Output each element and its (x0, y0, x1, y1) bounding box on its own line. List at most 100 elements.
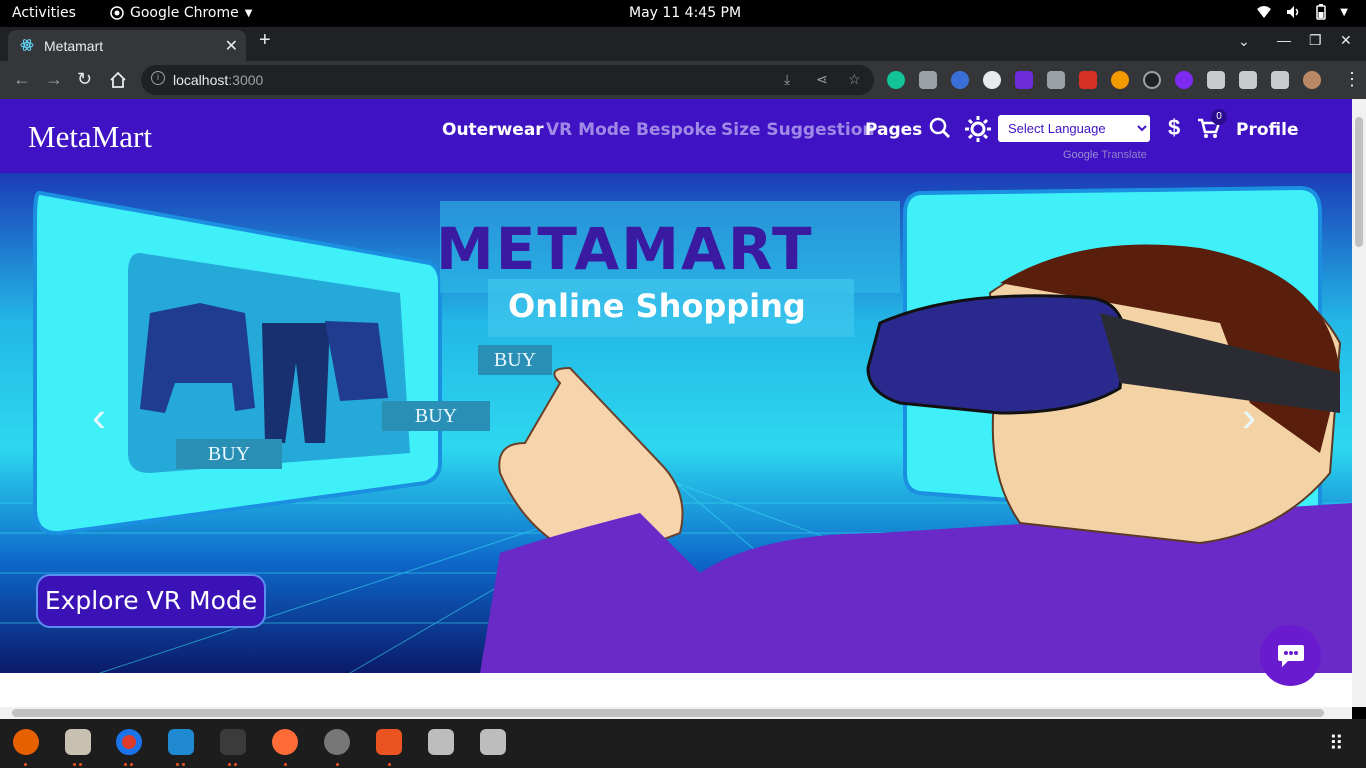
grammarly-icon[interactable] (887, 71, 905, 89)
running-indicator (79, 763, 82, 766)
nav-pages[interactable]: Pages (865, 120, 922, 140)
dark-extension-icon[interactable] (1143, 71, 1161, 89)
hero-carousel: METAMART Online Shopping BUY BUY BUY ‹ ›… (0, 173, 1352, 673)
scroll-thumb[interactable] (1355, 117, 1363, 247)
impress-icon[interactable] (376, 729, 402, 755)
disk-icon[interactable] (428, 729, 454, 755)
hero-subheadline: Online Shopping (508, 287, 806, 325)
running-indicator (284, 763, 287, 766)
tab-title: Metamart (44, 38, 104, 54)
install-icon[interactable]: ⤓ (784, 71, 790, 88)
running-indicator (73, 763, 76, 766)
gear-extension-icon[interactable] (1175, 71, 1193, 89)
close-tab-icon[interactable]: ✕ (225, 36, 238, 56)
clock[interactable]: May 11 4:45 PM (629, 5, 741, 21)
running-indicator (388, 763, 391, 766)
home-icon[interactable] (109, 72, 127, 88)
wordpress-icon[interactable] (983, 71, 1001, 89)
running-indicator (336, 763, 339, 766)
vertical-scrollbar[interactable] (1352, 99, 1366, 707)
close-window-icon[interactable]: ✕ (1340, 32, 1352, 49)
back-icon[interactable]: ← (13, 69, 31, 90)
nav-vr-mode[interactable]: VR Mode (546, 120, 630, 140)
running-indicator (24, 763, 27, 766)
buy-tag: BUY (176, 439, 282, 469)
chevron-down-icon: ▼ (1340, 6, 1348, 18)
chat-bubble-icon (1278, 645, 1304, 667)
explore-vr-mode-button[interactable]: Explore VR Mode (36, 574, 266, 628)
cart-count-badge: 0 (1211, 109, 1227, 125)
disk-icon[interactable] (480, 729, 506, 755)
address-bar[interactable]: i localhost:3000 ⤓ ⋖ ☆ (141, 65, 874, 95)
system-top-bar: Activities Google Chrome ▼ May 11 4:45 P… (0, 0, 1366, 27)
chatbot-button[interactable] (1260, 625, 1321, 686)
browser-toolbar: ← → ↻ i localhost:3000 ⤓ ⋖ ☆ 23 ⋮ (0, 61, 1366, 153)
files-icon[interactable] (65, 729, 91, 755)
minimize-icon[interactable]: — (1277, 32, 1291, 48)
tab-strip: Metamart ✕ + ⌄ — ❐ ✕ (0, 27, 1366, 61)
kebab-menu-icon[interactable]: ⋮ (1343, 69, 1361, 90)
site-info-icon[interactable]: i (151, 71, 165, 85)
url-text[interactable]: localhost:3000 (173, 72, 263, 88)
puzzle-icon[interactable] (1207, 71, 1225, 89)
firefox-icon[interactable] (13, 729, 39, 755)
buy-tag: BUY (478, 345, 552, 375)
share-icon[interactable]: ⋖ (816, 71, 828, 88)
carousel-prev-icon[interactable]: ‹ (92, 393, 106, 441)
react-icon (20, 39, 34, 51)
terminal-icon[interactable] (220, 729, 246, 755)
buy-tag: BUY (382, 401, 490, 431)
red-extension-icon[interactable] (1079, 71, 1097, 89)
nav-outerwear[interactable]: Outerwear (442, 120, 544, 140)
hero-headline: METAMART (436, 215, 814, 283)
tab-metamart[interactable]: Metamart ✕ (8, 30, 246, 61)
orange-extension-icon[interactable] (1111, 71, 1129, 89)
search-icon[interactable] (929, 117, 951, 139)
extension-blue-icon[interactable] (951, 71, 969, 89)
side-panel-icon[interactable] (1271, 71, 1289, 89)
tab-search-icon[interactable]: ⌄ (1238, 33, 1250, 50)
settings-icon[interactable] (324, 729, 350, 755)
extension-purple-icon[interactable] (1015, 71, 1033, 89)
app-grid-icon[interactable]: ⠿ (1329, 731, 1344, 756)
camera-extension-icon[interactable] (919, 71, 937, 89)
new-tab-button[interactable]: + (259, 29, 271, 52)
chrome-icon (110, 6, 124, 20)
taskbar-dock: ⠿ (0, 719, 1366, 768)
avatar[interactable] (1303, 71, 1321, 89)
reading-list-icon[interactable] (1239, 71, 1257, 89)
bookmark-star-icon[interactable]: ☆ (848, 71, 861, 88)
running-indicator (182, 763, 185, 766)
wifi-icon (1257, 6, 1272, 18)
chrome-icon[interactable] (116, 729, 142, 755)
battery-icon (1316, 4, 1327, 20)
carousel-next-icon[interactable]: › (1242, 393, 1256, 441)
app-name: Google Chrome (130, 5, 239, 21)
nav-size-suggestion[interactable]: Size Suggestion (721, 120, 874, 140)
google-translate-credit[interactable]: Google Translate (1063, 149, 1147, 161)
running-indicator (124, 763, 127, 766)
postman-icon[interactable] (272, 729, 298, 755)
horizontal-scrollbar[interactable] (0, 707, 1352, 719)
site-navbar: MetaMart Outerwear VR Mode Bespoke Size … (0, 99, 1352, 173)
site-brand[interactable]: MetaMart (28, 119, 152, 155)
running-indicator (228, 763, 231, 766)
forward-icon[interactable]: → (45, 69, 63, 90)
volume-icon (1287, 6, 1299, 18)
web-page: MetaMart Outerwear VR Mode Bespoke Size … (0, 99, 1352, 707)
vscode-icon[interactable] (168, 729, 194, 755)
scroll-thumb[interactable] (12, 709, 1324, 717)
reload-icon[interactable]: ↻ (77, 69, 92, 90)
nav-profile[interactable]: Profile (1236, 120, 1298, 140)
currency-icon[interactable]: $ (1168, 115, 1180, 141)
system-tray[interactable]: ▼ (1256, 4, 1348, 20)
nav-bespoke[interactable]: Bespoke (636, 120, 717, 140)
running-indicator (130, 763, 133, 766)
maximize-icon[interactable]: ❐ (1309, 32, 1322, 49)
theme-toggle-sun-icon[interactable] (964, 115, 992, 143)
activities-button[interactable]: Activities (12, 5, 76, 21)
feather-extension-icon[interactable] (1047, 71, 1065, 89)
chevron-down-icon: ▼ (244, 7, 253, 19)
language-select[interactable]: Select Language (998, 115, 1150, 142)
app-menu[interactable]: Google Chrome ▼ (110, 5, 252, 21)
